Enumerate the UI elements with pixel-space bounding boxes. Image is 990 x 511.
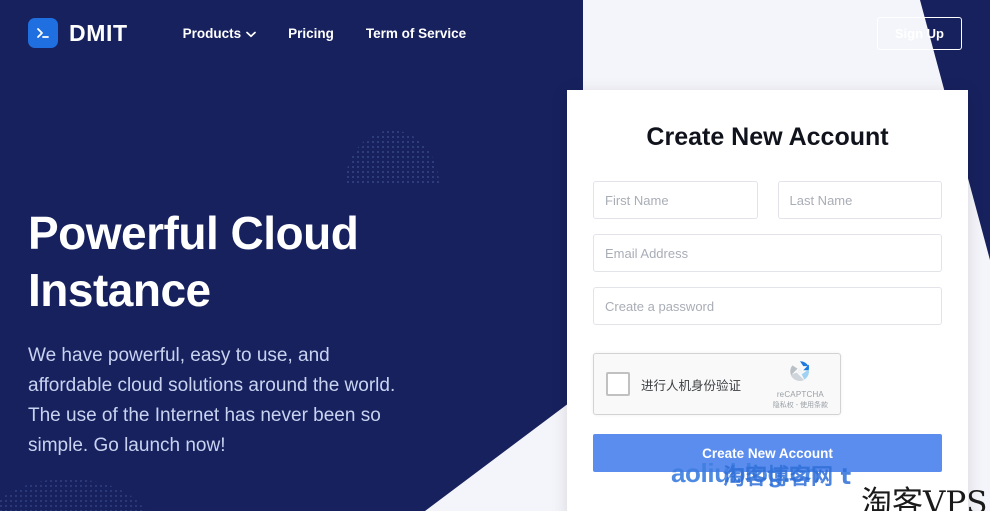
create-account-title: Create New Account	[593, 123, 942, 152]
recaptcha-terms-link[interactable]: 隐私权 - 使用条款	[773, 400, 828, 410]
chevron-down-icon	[246, 26, 256, 41]
recaptcha-label: 进行人机身份验证	[641, 375, 741, 394]
first-name-input[interactable]	[593, 181, 758, 219]
hero-title-line-1: Powerful Cloud	[28, 207, 358, 259]
hero-title-line-2: Instance	[28, 264, 211, 316]
nav-link-term-of-service[interactable]: Term of Service	[366, 26, 466, 41]
last-name-input[interactable]	[778, 181, 943, 219]
dotted-dome-decoration	[312, 96, 472, 186]
hero-subtitle: We have powerful, easy to use, and affor…	[28, 341, 408, 461]
nav-link-pricing[interactable]: Pricing	[288, 26, 334, 41]
recaptcha-branding: reCAPTCHA 隐私权 - 使用条款	[773, 358, 828, 410]
recaptcha-brand-name: reCAPTCHA	[773, 390, 828, 399]
brand-name: DMIT	[69, 20, 128, 47]
top-navigation-bar: DMIT Products Pricing Term of Service Si…	[0, 0, 990, 66]
empty-checkbox-icon[interactable]	[606, 372, 630, 396]
sign-up-button[interactable]: Sign Up	[877, 17, 962, 50]
bottom-diagonal-wedge	[425, 391, 585, 511]
password-input[interactable]	[593, 287, 942, 325]
nav-link-products[interactable]: Products	[183, 26, 257, 41]
recaptcha-logo-icon	[773, 358, 828, 389]
create-account-submit-button[interactable]: Create New Account	[593, 434, 942, 472]
dotted-blob-decoration	[0, 455, 175, 511]
hero-section: Powerful Cloud Instance We have powerful…	[28, 205, 428, 461]
create-account-card: Create New Account 进行人机身份验证	[567, 90, 968, 511]
recaptcha-widget[interactable]: 进行人机身份验证 reCAPTCHA 隐私权 - 使用条款	[593, 353, 841, 415]
nav-links: Products Pricing Term of Service	[183, 26, 467, 41]
name-fields-row	[593, 181, 942, 219]
page-root: DMIT Products Pricing Term of Service Si…	[0, 0, 990, 511]
email-input[interactable]	[593, 234, 942, 272]
nav-link-pricing-label: Pricing	[288, 26, 334, 41]
nav-link-products-label: Products	[183, 26, 242, 41]
nav-link-term-of-service-label: Term of Service	[366, 26, 466, 41]
terminal-prompt-icon	[28, 18, 58, 48]
page-title: Powerful Cloud Instance	[28, 205, 428, 319]
brand-logo[interactable]: DMIT	[28, 18, 128, 48]
